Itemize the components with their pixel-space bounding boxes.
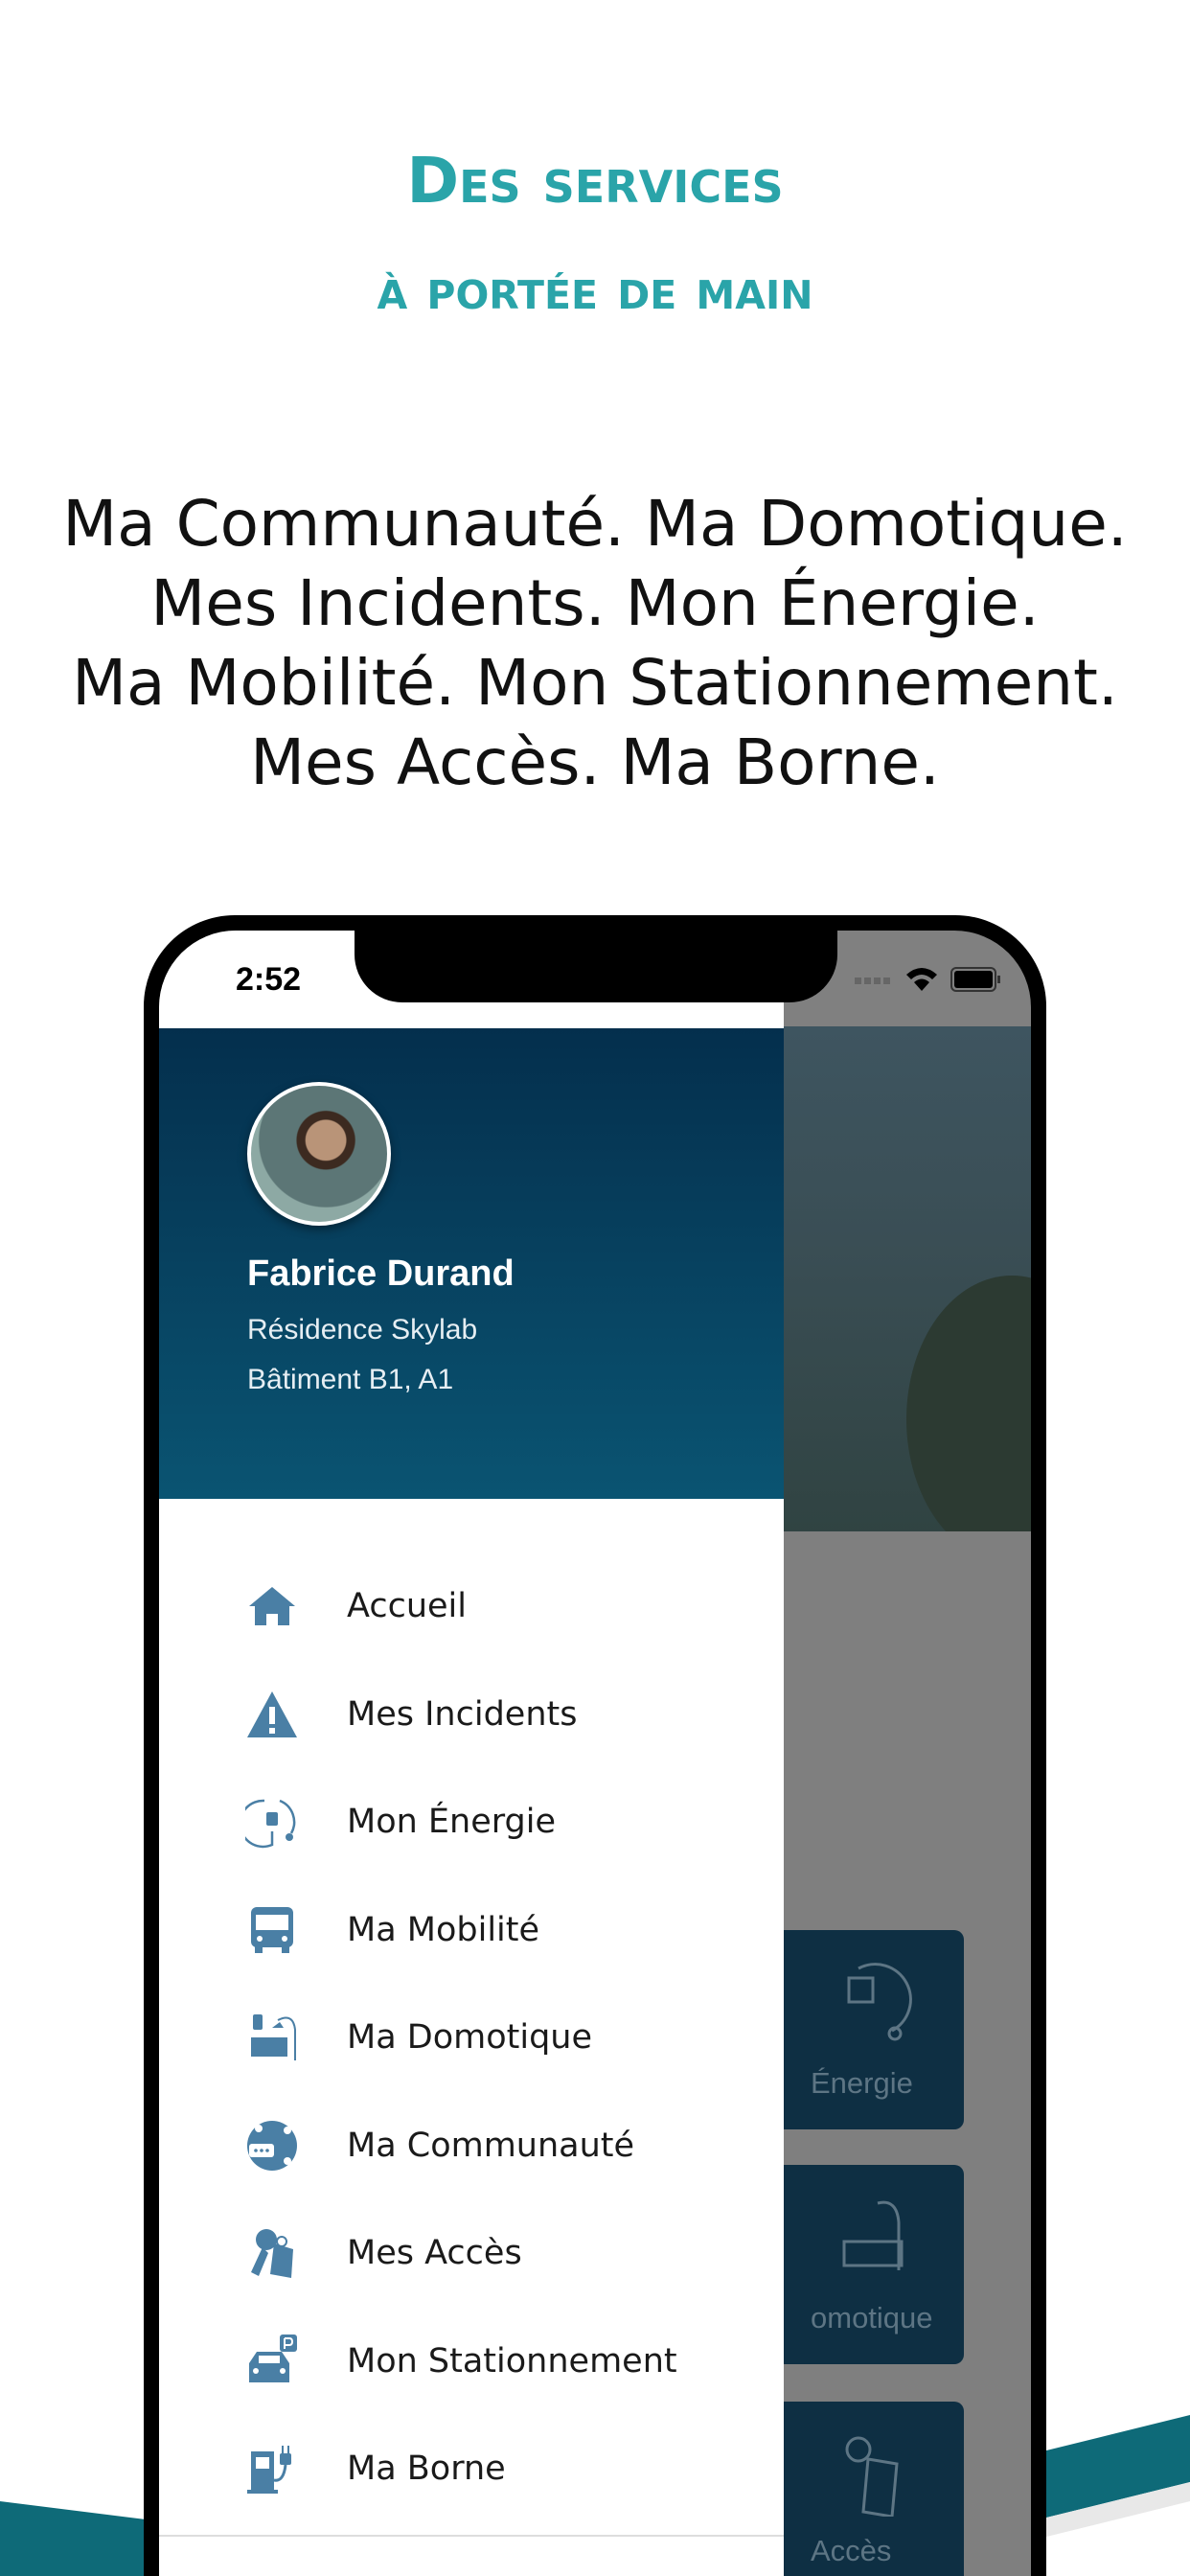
battery-icon [950,967,1000,992]
plug-icon [245,1799,296,1849]
profile-building: Bâtiment B1, A1 [247,1364,454,1395]
bedroom-icon [251,2014,296,2061]
keys-icon [845,2436,899,2517]
parking-car-icon [249,2334,297,2382]
status-icons [855,965,1002,994]
menu-item-incidents[interactable]: Mes Incidents [159,1661,784,1769]
menu-item-label: Accueil [347,1587,467,1626]
headline-line-1: Des services [406,144,784,218]
menu-item-accueil[interactable]: Accueil [159,1552,784,1661]
charging-station-icon [247,2446,291,2495]
phone-screen: Énergie omotique Accès 2:52 Fabrice Dura… [159,931,1031,2576]
menu-item-label: Mon Énergie [347,1803,556,1842]
menu-item-label: Ma Domotique [347,2018,593,2058]
menu-item-label: Ma Borne [347,2450,506,2489]
community-icon [247,2120,297,2171]
menu-item-mobilite[interactable]: Ma Mobilité [159,1876,784,1985]
tagline-line: Ma Communauté. Ma Domotique. [62,487,1128,561]
bedroom-icon [842,2200,904,2270]
tile-label: Accès [811,2534,892,2567]
menu-item-label: Mon Stationnement [347,2341,677,2380]
menu-item-domotique[interactable]: Ma Domotique [159,1984,784,2092]
menu-item-energie[interactable]: Mon Énergie [159,1768,784,1876]
menu-item-label: Ma Mobilité [347,1910,540,1949]
status-time: 2:52 [236,961,302,998]
warning-icon [247,1690,297,1737]
profile-header: Fabrice Durand Résidence Skylab Bâtiment… [159,1028,784,1499]
headline-line-2: à portée de main [377,257,813,322]
menu-item-stationnement[interactable]: Mon Stationnement [159,2308,784,2416]
profile-name: Fabrice Durand [247,1254,515,1294]
menu-item-label: Mes Accès [347,2234,522,2273]
tagline-line: Ma Mobilité. Mon Stationnement. [72,646,1118,720]
menu-item-acces[interactable]: Mes Accès [159,2199,784,2308]
tile-label: omotique [811,2301,933,2334]
divider [159,2535,784,2537]
phone-mockup: Énergie omotique Accès 2:52 Fabrice Dura… [144,915,1046,2576]
navigation-drawer: Fabrice Durand Résidence Skylab Bâtiment… [159,1028,784,2576]
tagline-line: Mes Accès. Ma Borne. [250,725,940,799]
tagline-line: Mes Incidents. Mon Énergie. [150,566,1040,640]
tagline: Ma Communauté. Ma Domotique. Mes Inciden… [0,484,1190,802]
profile-residence: Résidence Skylab [247,1314,478,1346]
wifi-icon [906,968,937,991]
drawer-menu: Accueil Mes Incidents Mon Énergie Ma Mob… [159,1552,784,2523]
menu-item-borne[interactable]: Ma Borne [159,2415,784,2523]
menu-item-label: Ma Communauté [347,2126,635,2165]
signal-icon [855,978,890,984]
bus-icon [251,1906,293,1953]
tile-label: Énergie [811,2066,913,2100]
avatar[interactable] [247,1082,391,1226]
menu-item-label: Mes Incidents [347,1694,578,1734]
home-icon [249,1587,295,1626]
menu-item-communaute[interactable]: Ma Communauté [159,2092,784,2200]
phone-notch [355,931,837,1002]
keys-icon [251,2229,293,2279]
plug-icon [847,1963,912,2041]
